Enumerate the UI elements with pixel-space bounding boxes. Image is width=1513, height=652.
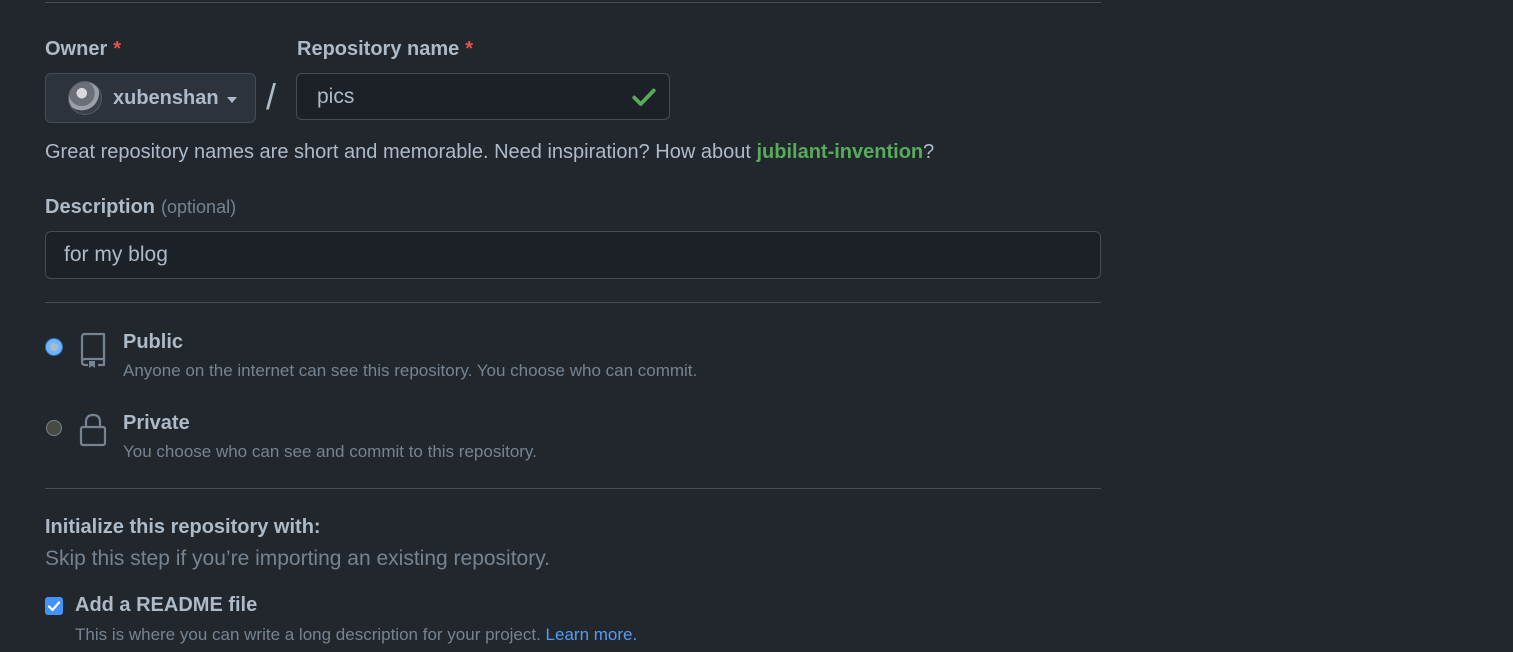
owner-label-text: Owner	[45, 38, 108, 60]
repository-name-input[interactable]: pics	[296, 73, 670, 120]
avatar	[68, 81, 102, 115]
check-icon	[632, 88, 656, 106]
owner-label: Owner *	[45, 38, 121, 61]
required-mark: *	[113, 38, 122, 60]
private-radio[interactable]	[46, 420, 62, 436]
name-suggestion-link[interactable]: jubilant-invention	[756, 141, 923, 163]
owner-repo-separator: /	[266, 76, 277, 117]
public-radio[interactable]	[46, 339, 62, 355]
optional-tag: (optional)	[161, 197, 237, 217]
divider	[45, 488, 1101, 489]
initialize-title: Initialize this repository with:	[45, 516, 321, 538]
lock-icon	[79, 413, 107, 447]
private-title: Private	[123, 412, 190, 434]
required-mark: *	[465, 38, 474, 60]
owner-name: xubenshan	[113, 86, 219, 109]
public-description: Anyone on the internet can see this repo…	[123, 361, 698, 380]
learn-more-link[interactable]: Learn more.	[546, 625, 638, 644]
owner-select-button[interactable]: xubenshan	[45, 73, 256, 123]
divider	[45, 302, 1101, 303]
repo-icon	[80, 332, 106, 368]
name-hint-text: Great repository names are short and mem…	[45, 141, 757, 163]
caret-down-icon	[226, 96, 237, 103]
readme-description-text: This is where you can write a long descr…	[75, 625, 546, 644]
readme-checkbox[interactable]	[45, 597, 63, 615]
repository-name-label-text: Repository name	[297, 38, 460, 60]
checkmark-icon	[47, 601, 61, 612]
name-hint-suffix: ?	[923, 141, 935, 163]
description-label-text: Description	[45, 196, 156, 218]
initialize-subtitle: Skip this step if you’re importing an ex…	[45, 547, 551, 570]
readme-description: This is where you can write a long descr…	[75, 625, 637, 645]
description-input[interactable]: for my blog	[45, 231, 1101, 279]
repository-name-value: pics	[317, 84, 355, 108]
description-value: for my blog	[64, 243, 168, 266]
name-hint: Great repository names are short and mem…	[45, 141, 934, 164]
description-label: Description (optional)	[45, 196, 236, 219]
private-description: You choose who can see and commit to thi…	[123, 442, 537, 461]
top-divider	[45, 2, 1101, 3]
readme-label: Add a README file	[75, 594, 258, 616]
repository-name-label: Repository name *	[297, 38, 473, 61]
new-repository-form: Owner * xubenshan / Repository name * pics…	[0, 0, 1513, 652]
public-title: Public	[123, 331, 184, 353]
